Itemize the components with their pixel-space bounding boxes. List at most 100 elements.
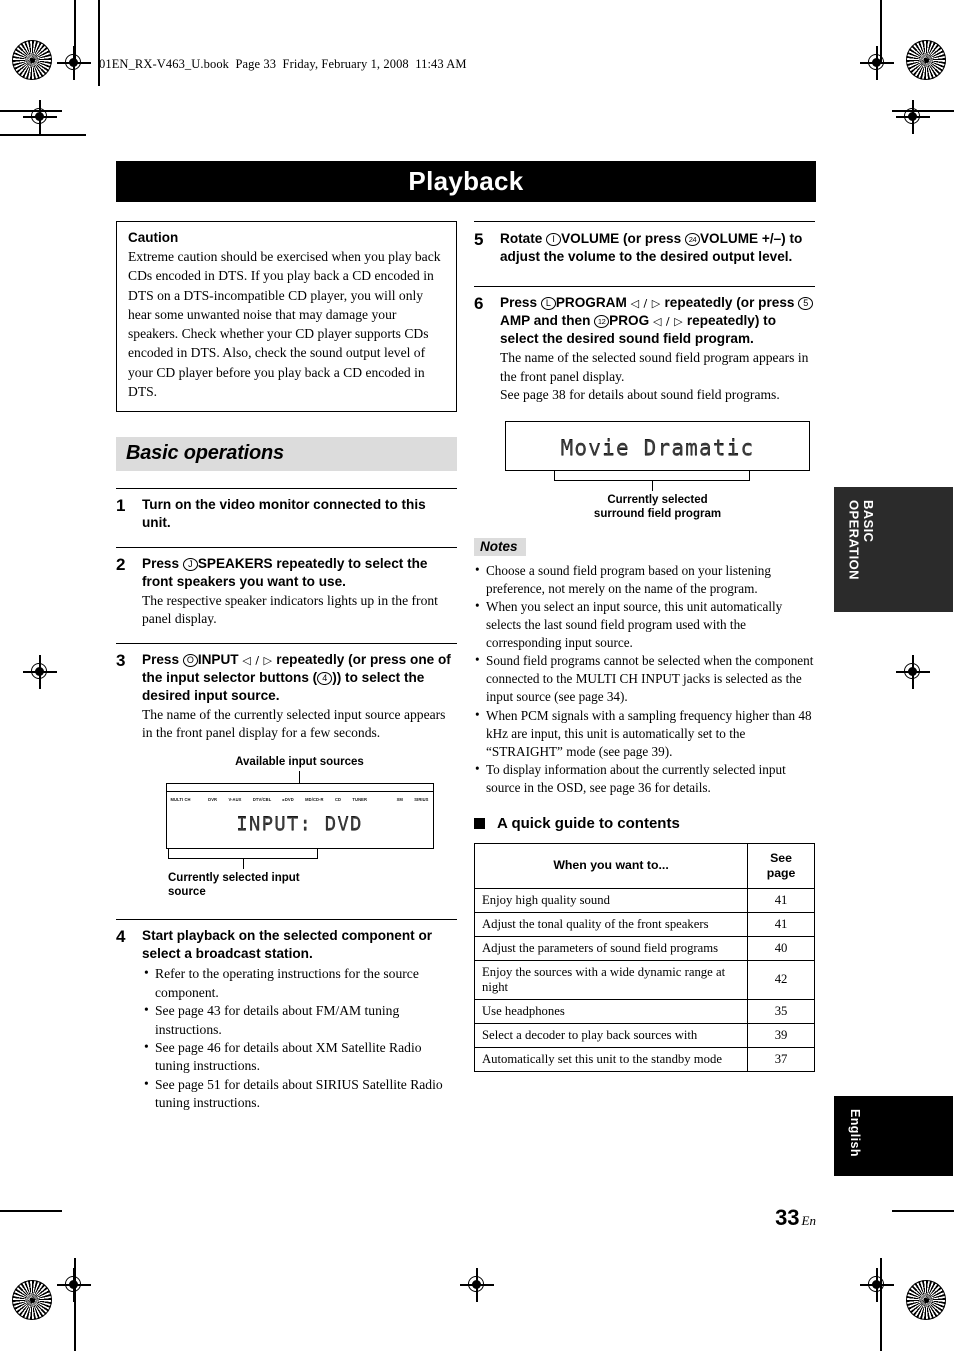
- table-header-row: When you want to... See page: [473, 842, 815, 889]
- step-4-bullet: Refer to the operating instructions for …: [142, 964, 457, 1002]
- step-6-detail-1: The name of the selected sound field pro…: [500, 350, 809, 384]
- crop-line-top-right-h: [892, 110, 954, 112]
- cell-page: 41: [747, 887, 815, 913]
- page-number-value: 33: [775, 1205, 800, 1230]
- table-row: Enjoy the sources with a wide dynamic ra…: [473, 959, 815, 1000]
- right-column: 5 Rotate I VOLUME (or press 24 VOLUME +/–)…: [473, 221, 815, 1113]
- registration-mark-bottom-right: [906, 1280, 946, 1320]
- step-5: 5 Rotate I VOLUME (or press 24 VOLUME +/–)…: [474, 221, 815, 266]
- circled-number-4-icon: 4: [317, 671, 333, 685]
- side-tab-language-label: English: [848, 1109, 862, 1157]
- two-column-layout: Caution Extreme caution should be exerci…: [116, 221, 816, 1113]
- source-indicator-multi-ch: MULTI CH: [170, 797, 191, 803]
- column-header-page-l1: See: [770, 850, 792, 865]
- circled-letter-l-icon: L: [540, 297, 556, 311]
- step-6-instruction: Press L PROGRAM ◁ / ▷ repeatedly (or pres…: [500, 294, 815, 348]
- source-indicator-tuner: TUNER: [352, 797, 368, 803]
- cell-page: 39: [747, 1022, 815, 1048]
- step-4-bullet: See page 43 for details about FM/AM tuni…: [142, 1001, 457, 1039]
- step-6-lead-b: repeatedly (or press: [660, 295, 799, 311]
- note-item: Choose a sound field program based on yo…: [474, 561, 815, 598]
- column-header-page-l2: page: [766, 865, 796, 880]
- step-2: 2 Press J SPEAKERS repeatedly to select t…: [116, 546, 457, 629]
- source-indicator-dvr: DVR: [208, 797, 218, 803]
- circled-letter-i-icon: I: [546, 233, 562, 246]
- cell-want: Adjust the tonal quality of the front sp…: [473, 911, 749, 937]
- crop-line-bottom-right-v: [880, 1258, 882, 1351]
- crop-crosshair-bottom-center: [460, 1268, 494, 1302]
- column-header-page: See page: [747, 842, 815, 889]
- crop-crosshair-bottom-right: [860, 1268, 894, 1302]
- step-5-lead-mid: VOLUME (or press: [561, 231, 685, 246]
- note-item: When you select an input source, this un…: [474, 597, 815, 652]
- step-2-instruction: Press J SPEAKERS repeatedly to select the…: [142, 555, 457, 591]
- cell-page: 35: [747, 998, 815, 1024]
- step-6-detail-2: See page 38 for details about sound fiel…: [500, 387, 780, 403]
- step-3-number: 3: [116, 650, 126, 670]
- figure-program-bracket: [554, 470, 750, 491]
- source-indicator-dtv-cbl: DTV/CBL: [252, 797, 272, 803]
- source-indicator-md-cdr: MD/CD-R: [305, 797, 324, 803]
- step-3-lead-mid: INPUT: [197, 651, 243, 667]
- figure-input-caption-bottom: Currently selected input source: [168, 871, 457, 899]
- note-item: To display information about the current…: [474, 760, 815, 797]
- source-indicator-xm: XM: [396, 797, 403, 803]
- lcd-input-text: INPUT: DVD: [236, 812, 363, 835]
- source-indicator-cd: CD: [334, 797, 342, 803]
- step-1-instruction: Turn on the video monitor connected to t…: [142, 497, 426, 531]
- step-5-lead-pre: Rotate: [500, 231, 547, 246]
- quick-guide-heading-text: A quick guide to contents: [497, 814, 680, 832]
- note-item: Sound field programs cannot be selected …: [474, 651, 815, 706]
- circled-number-5-icon: 5: [798, 297, 814, 311]
- step-4-instruction: Start playback on the selected component…: [142, 927, 433, 961]
- step-4-number: 4: [116, 926, 126, 946]
- side-tab-basic-l2: OPERATION: [846, 500, 862, 580]
- step-3-instruction: Press O INPUT ◁ / ▷ repeatedly (or press …: [142, 651, 457, 705]
- side-tab-basic-operation: BASIC OPERATION: [834, 487, 953, 612]
- notes-section: Notes Choose a sound field program based…: [474, 537, 815, 797]
- cell-want: Automatically set this unit to the stand…: [473, 1046, 749, 1072]
- table-row: Use headphones 35: [473, 998, 815, 1024]
- column-header-want: When you want to...: [473, 842, 749, 889]
- quick-guide-table: When you want to... See page Enjoy high …: [473, 842, 815, 1072]
- registration-mark-top-left: [12, 40, 52, 80]
- notes-list: Choose a sound field program based on yo…: [474, 561, 815, 797]
- section-heading-basic-operations: Basic operations: [116, 437, 457, 472]
- circled-letter-j-icon: J: [182, 557, 198, 571]
- step-3: 3 Press O INPUT ◁ / ▷ repeatedly (or pres…: [116, 642, 457, 899]
- step-6: 6 Press L PROGRAM ◁ / ▷ repeatedly (or pr…: [474, 286, 815, 521]
- figure-program-caption: Currently selected surround field progra…: [500, 493, 815, 521]
- page-content: Playback Caution Extreme caution should …: [116, 161, 816, 1113]
- crop-line-top-left-v2: [98, 0, 100, 86]
- crop-crosshair-left-middle: [23, 655, 57, 689]
- cell-want: Select a decoder to play back sources wi…: [473, 1022, 749, 1048]
- source-indicator-sirius: SIRIUS: [414, 797, 429, 803]
- step-6-number: 6: [474, 294, 484, 314]
- side-tab-basic-operation-label: BASIC OPERATION: [834, 487, 877, 580]
- crop-line-top-left-h: [0, 110, 62, 112]
- page-number: 33 En: [703, 1205, 816, 1231]
- step-4-bullet: See page 46 for details about XM Satelli…: [142, 1038, 457, 1076]
- table-row: Adjust the parameters of sound field pro…: [473, 935, 815, 961]
- figure-input-caption-top: Available input sources: [235, 755, 364, 768]
- step-6-lead-a: PROGRAM: [555, 295, 631, 311]
- figure-input-bottom-leader: [243, 857, 245, 869]
- cell-page: 42: [747, 959, 815, 1000]
- step-2-lead-pre: Press: [142, 555, 183, 571]
- step-2-number: 2: [116, 554, 126, 574]
- source-indicator-v-aux: V-AUX: [228, 797, 242, 803]
- source-indicator-dvd: ▸DVD: [282, 797, 294, 803]
- figure-input-display: Available input sources MULTI CH DVR V-A…: [142, 756, 457, 899]
- figure-input-leader-line: [298, 770, 301, 783]
- step-6-lead-pre: Press: [500, 295, 541, 311]
- figure-input-top-bracket: [165, 782, 434, 791]
- left-right-arrow-icon: ◁ / ▷: [242, 653, 273, 667]
- step-5-instruction: Rotate I VOLUME (or press 24 VOLUME +/–) t…: [500, 230, 815, 266]
- circled-letter-o-icon: O: [182, 653, 198, 667]
- table-row: Select a decoder to play back sources wi…: [473, 1022, 815, 1048]
- cell-page: 41: [747, 911, 815, 937]
- crop-line-top-left-h2: [0, 134, 86, 136]
- step-1-number: 1: [116, 496, 126, 516]
- book-file-header: 01EN_RX-V463_U.book Page 33 Friday, Febr…: [99, 57, 467, 71]
- registration-mark-bottom-left: [12, 1280, 52, 1320]
